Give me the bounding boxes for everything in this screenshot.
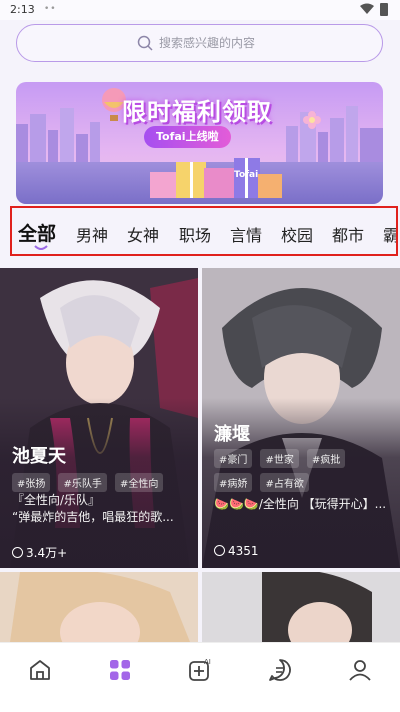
tag: #乐队手 <box>58 473 107 492</box>
wifi-icon <box>360 3 374 14</box>
tab-overbearing[interactable]: 霸 <box>383 222 396 246</box>
chat-count-value: 4351 <box>228 544 259 558</box>
gift-boxes-illustration <box>150 158 282 198</box>
tag: #世家 <box>260 449 299 468</box>
tab-female-gods[interactable]: 女神 <box>127 222 159 246</box>
chat-count-value: 3.4万+ <box>26 546 68 560</box>
character-name: 池夏天 <box>12 446 66 467</box>
tab-romance[interactable]: 言情 <box>230 222 262 246</box>
active-tab-indicator <box>34 245 48 250</box>
tab-workplace[interactable]: 职场 <box>179 222 211 246</box>
search-input[interactable] <box>159 33 359 53</box>
banner-title: 限时福利领取 <box>122 98 272 126</box>
profile-icon[interactable] <box>347 657 373 683</box>
tag: #豪门 <box>214 449 253 468</box>
status-time: 2:13 <box>10 3 35 16</box>
tag: #占有欲 <box>260 473 309 492</box>
battery-icon <box>380 3 388 16</box>
create-ai-icon[interactable]: AI <box>187 657 213 683</box>
gift-box-label: Tofai <box>234 170 259 180</box>
character-description: 🍉🍉🍉/全性向 【玩得开心】... <box>214 497 387 511</box>
tag-list: #豪门 #世家 #疯批 #病娇 #占有欲 <box>214 448 394 496</box>
chat-bubble-icon <box>12 547 23 558</box>
tab-all[interactable]: 全部 <box>18 219 56 246</box>
tab-urban[interactable]: 都市 <box>332 222 364 246</box>
chat-bubble-icon <box>214 545 225 556</box>
character-description: 『全性向/乐队』 “弹最炸的吉他，唱最狂的歌... <box>12 493 174 524</box>
tag: #疯批 <box>306 449 346 468</box>
bottom-nav: AI <box>0 642 400 712</box>
category-tabs: 全部 男神 女神 职场 言情 校园 都市 霸 <box>10 206 398 256</box>
character-card[interactable]: 濂堰 #豪门 #世家 #疯批 #病娇 #占有欲 🍉🍉🍉/全性向 【玩得开心】..… <box>202 268 400 568</box>
tab-male-gods[interactable]: 男神 <box>76 222 108 246</box>
search-icon <box>137 35 153 51</box>
svg-text:AI: AI <box>204 658 211 666</box>
notification-dots: •• <box>44 4 57 14</box>
home-icon[interactable] <box>27 657 53 683</box>
chat-count: 3.4万+ <box>12 544 67 561</box>
banner-subtitle: Tofai上线啦 <box>144 126 231 148</box>
status-bar: 2:13 •• <box>0 0 400 20</box>
discover-icon[interactable] <box>107 657 133 683</box>
search-bar[interactable] <box>16 24 383 62</box>
chat-count: 4351 <box>214 544 259 558</box>
character-card[interactable] <box>202 572 400 642</box>
character-card[interactable]: 池夏天 #张扬 #乐队手 #全性向 『全性向/乐队』 “弹最炸的吉他，唱最狂的歌… <box>0 268 198 568</box>
promo-banner[interactable]: 限时福利领取 Tofai上线啦 Tofai <box>16 82 383 204</box>
flower-icon <box>303 111 321 129</box>
tag: #病娇 <box>214 473 253 492</box>
tag: #张扬 <box>12 473 51 492</box>
character-portrait <box>202 572 400 642</box>
character-portrait <box>0 572 198 642</box>
character-name: 濂堰 <box>214 424 250 445</box>
tag: #全性向 <box>114 473 164 492</box>
tab-campus[interactable]: 校园 <box>281 222 313 246</box>
character-card[interactable] <box>0 572 198 642</box>
messages-icon[interactable] <box>267 657 293 683</box>
